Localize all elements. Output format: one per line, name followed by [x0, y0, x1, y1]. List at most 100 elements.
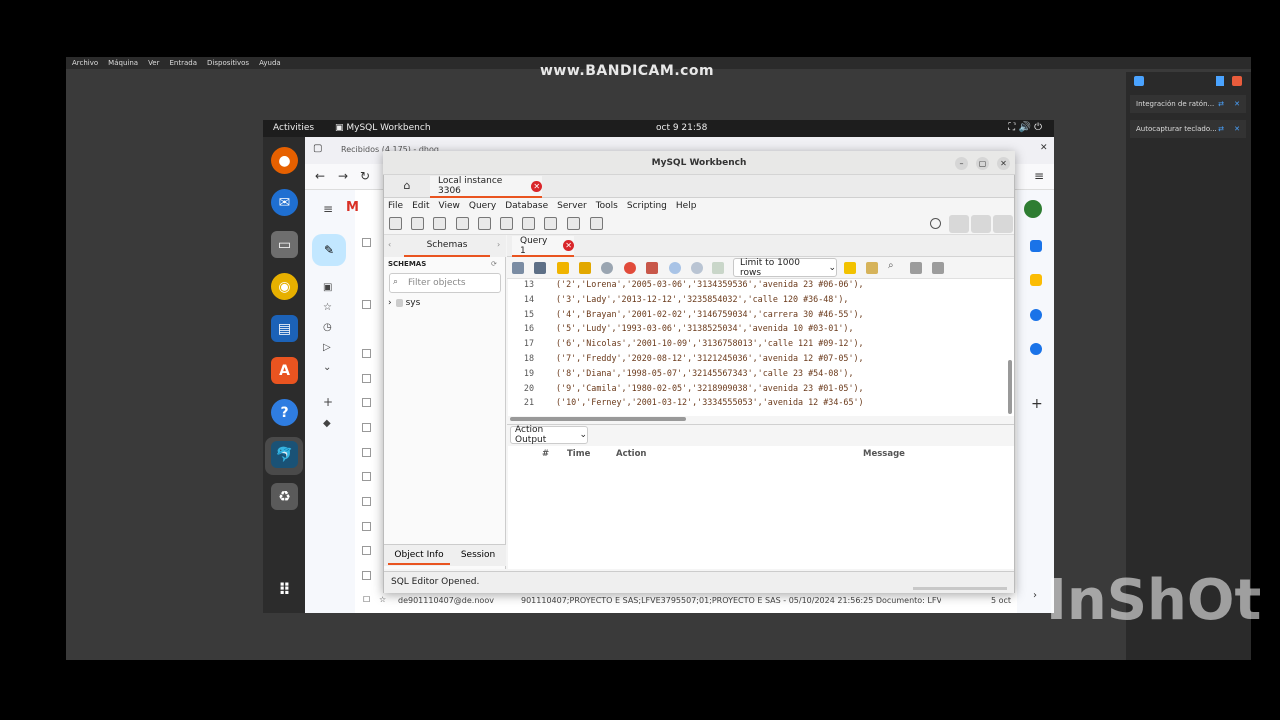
rhythmbox-icon[interactable]: ◉ — [271, 273, 298, 300]
avatar[interactable] — [1024, 200, 1042, 218]
activities-button[interactable]: Activities — [273, 123, 314, 133]
find-icon[interactable]: ⌕ — [888, 260, 894, 271]
forward-icon[interactable]: → — [338, 169, 348, 183]
panel-icon[interactable] — [1216, 76, 1224, 86]
tab-list-icon[interactable]: ▢ — [313, 143, 322, 154]
writer-icon[interactable]: ▤ — [271, 315, 298, 342]
sent-icon[interactable]: ▷ — [323, 342, 331, 353]
keep-icon[interactable] — [1030, 274, 1042, 286]
star-icon[interactable]: ☆ — [379, 595, 386, 604]
topbar-clock[interactable]: oct 9 21:58 — [656, 123, 707, 133]
row-checkbox[interactable] — [362, 300, 371, 309]
code-line[interactable]: 14 ('3','Lady','2013-12-12','3235854032',… — [508, 294, 1006, 308]
inbox-icon[interactable]: ▣ — [323, 282, 332, 293]
help-icon[interactable]: ? — [271, 399, 298, 426]
back-icon[interactable]: ← — [315, 169, 325, 183]
row-checkbox[interactable] — [362, 398, 371, 407]
code-line[interactable]: 17 ('6','Nicolas','2001-10-09','313675801… — [508, 338, 1006, 352]
row-checkbox[interactable] — [362, 448, 371, 457]
notification-keyboard-capture[interactable]: Autocapturar teclado... ⇄ ✕ — [1130, 120, 1246, 138]
vbox-menu-entrada[interactable]: Entrada — [170, 59, 198, 67]
maximize-icon[interactable]: ▢ — [976, 157, 989, 170]
chevron-down-icon[interactable]: ⌄ — [323, 362, 331, 373]
gmail-email-row[interactable]: ☐ ☆ de901110407@de.noov 901110407;PROYEC… — [355, 590, 1017, 612]
row-checkbox[interactable] — [362, 423, 371, 432]
home-icon[interactable]: ⌂ — [396, 179, 418, 195]
column-time[interactable]: Time — [567, 449, 590, 459]
vbox-menu-ayuda[interactable]: Ayuda — [259, 59, 281, 67]
column-action[interactable]: Action — [616, 449, 647, 459]
save-icon[interactable] — [534, 262, 546, 274]
connection-tab[interactable]: Local instance 3306 ✕ — [430, 176, 542, 198]
trash-icon[interactable]: ♻ — [271, 483, 298, 510]
toggle-error-icon[interactable] — [646, 262, 658, 274]
toggle-output-icon[interactable] — [971, 215, 991, 233]
create-table-icon[interactable] — [478, 217, 491, 230]
tab-query-1[interactable]: Query 1 ✕ — [512, 236, 574, 257]
menu-database[interactable]: Database — [505, 201, 548, 211]
hamburger-icon[interactable]: ≡ — [323, 202, 333, 216]
close-tab-icon[interactable]: ✕ — [563, 240, 574, 251]
notification-mouse-integration[interactable]: Integración de ratón... ⇄ ✕ — [1130, 95, 1246, 113]
row-checkbox[interactable] — [362, 522, 371, 531]
rollback-icon[interactable] — [691, 262, 703, 274]
topbar-app-name[interactable]: ▣ MySQL Workbench — [335, 123, 431, 133]
column-number[interactable]: # — [542, 449, 549, 459]
output-type-select[interactable]: Action Output ⌄ — [510, 425, 588, 445]
close-icon[interactable]: ✕ — [1040, 143, 1048, 153]
stop-icon[interactable] — [624, 262, 636, 274]
menu-file[interactable]: File — [388, 201, 403, 211]
beautify-icon[interactable] — [866, 262, 878, 274]
open-sql-script-icon[interactable] — [411, 217, 424, 230]
menu-query[interactable]: Query — [469, 201, 496, 211]
software-icon[interactable]: A — [271, 357, 298, 384]
filter-objects-input[interactable]: Filter objects — [389, 273, 501, 293]
row-checkbox-icon[interactable]: ☐ — [363, 595, 370, 604]
vbox-menu-dispositivos[interactable]: Dispositivos — [207, 59, 249, 67]
contacts-icon[interactable] — [1030, 343, 1042, 355]
menu-icon[interactable]: ≡ — [1034, 169, 1044, 183]
code-line[interactable]: 18 ('7','Freddy','2020-08-12','3121245036… — [508, 353, 1006, 367]
row-checkbox[interactable] — [362, 546, 371, 555]
new-sql-tab-icon[interactable] — [389, 217, 402, 230]
vbox-menu-archivo[interactable]: Archivo — [72, 59, 98, 67]
explain-icon[interactable] — [601, 262, 613, 274]
system-tray[interactable]: ⛶ 🔊 ⏻ — [1008, 122, 1042, 133]
add-apps-icon[interactable]: + — [1031, 396, 1043, 412]
chevron-right-icon[interactable]: › — [497, 240, 500, 249]
menu-help[interactable]: Help — [676, 201, 697, 211]
close-tab-icon[interactable]: ✕ — [531, 180, 542, 192]
chevron-left-icon[interactable]: ‹ — [388, 240, 391, 249]
reconnect-icon[interactable] — [590, 217, 603, 230]
close-icon[interactable]: ✕ — [1234, 125, 1240, 133]
schema-node-sys[interactable]: › sys — [388, 298, 420, 308]
invisible-chars-icon[interactable] — [910, 262, 922, 274]
toggle-sidebar-icon[interactable] — [949, 215, 969, 233]
create-function-icon[interactable] — [544, 217, 557, 230]
tab-session[interactable]: Session — [455, 545, 501, 565]
code-line[interactable]: 21 ('10','Ferney','2001-03-12','333455505… — [508, 397, 1006, 411]
gmail-logo-icon[interactable]: M — [346, 200, 359, 215]
menu-tools[interactable]: Tools — [596, 201, 618, 211]
limit-rows-select[interactable]: Limit to 1000 rows ⌄ — [733, 258, 837, 278]
word-wrap-icon[interactable] — [932, 262, 944, 274]
add-snippet-icon[interactable] — [844, 262, 856, 274]
vbox-menu-maquina[interactable]: Máquina — [108, 59, 138, 67]
clock-icon[interactable]: ◷ — [323, 322, 332, 333]
settings-icon[interactable] — [930, 218, 941, 229]
select-all-checkbox[interactable] — [362, 238, 371, 247]
pin-icon[interactable]: ⇄ — [1218, 125, 1224, 133]
inspector-icon[interactable] — [433, 217, 446, 230]
firefox-icon[interactable]: ● — [271, 147, 298, 174]
mysql-workbench-icon[interactable]: 🐬 — [271, 441, 298, 468]
workbench-titlebar[interactable]: MySQL Workbench — [383, 151, 1015, 175]
vbox-menu-ver[interactable]: Ver — [148, 59, 159, 67]
row-checkbox[interactable] — [362, 349, 371, 358]
pin-icon[interactable]: ⇄ — [1218, 100, 1224, 108]
create-procedure-icon[interactable] — [522, 217, 535, 230]
minimize-icon[interactable]: – — [955, 157, 968, 170]
star-icon[interactable]: ☆ — [323, 302, 332, 313]
code-line[interactable]: 20 ('9','Camila','1980-02-05','3218909038… — [508, 383, 1006, 397]
execute-current-icon[interactable] — [579, 262, 591, 274]
menu-view[interactable]: View — [439, 201, 460, 211]
